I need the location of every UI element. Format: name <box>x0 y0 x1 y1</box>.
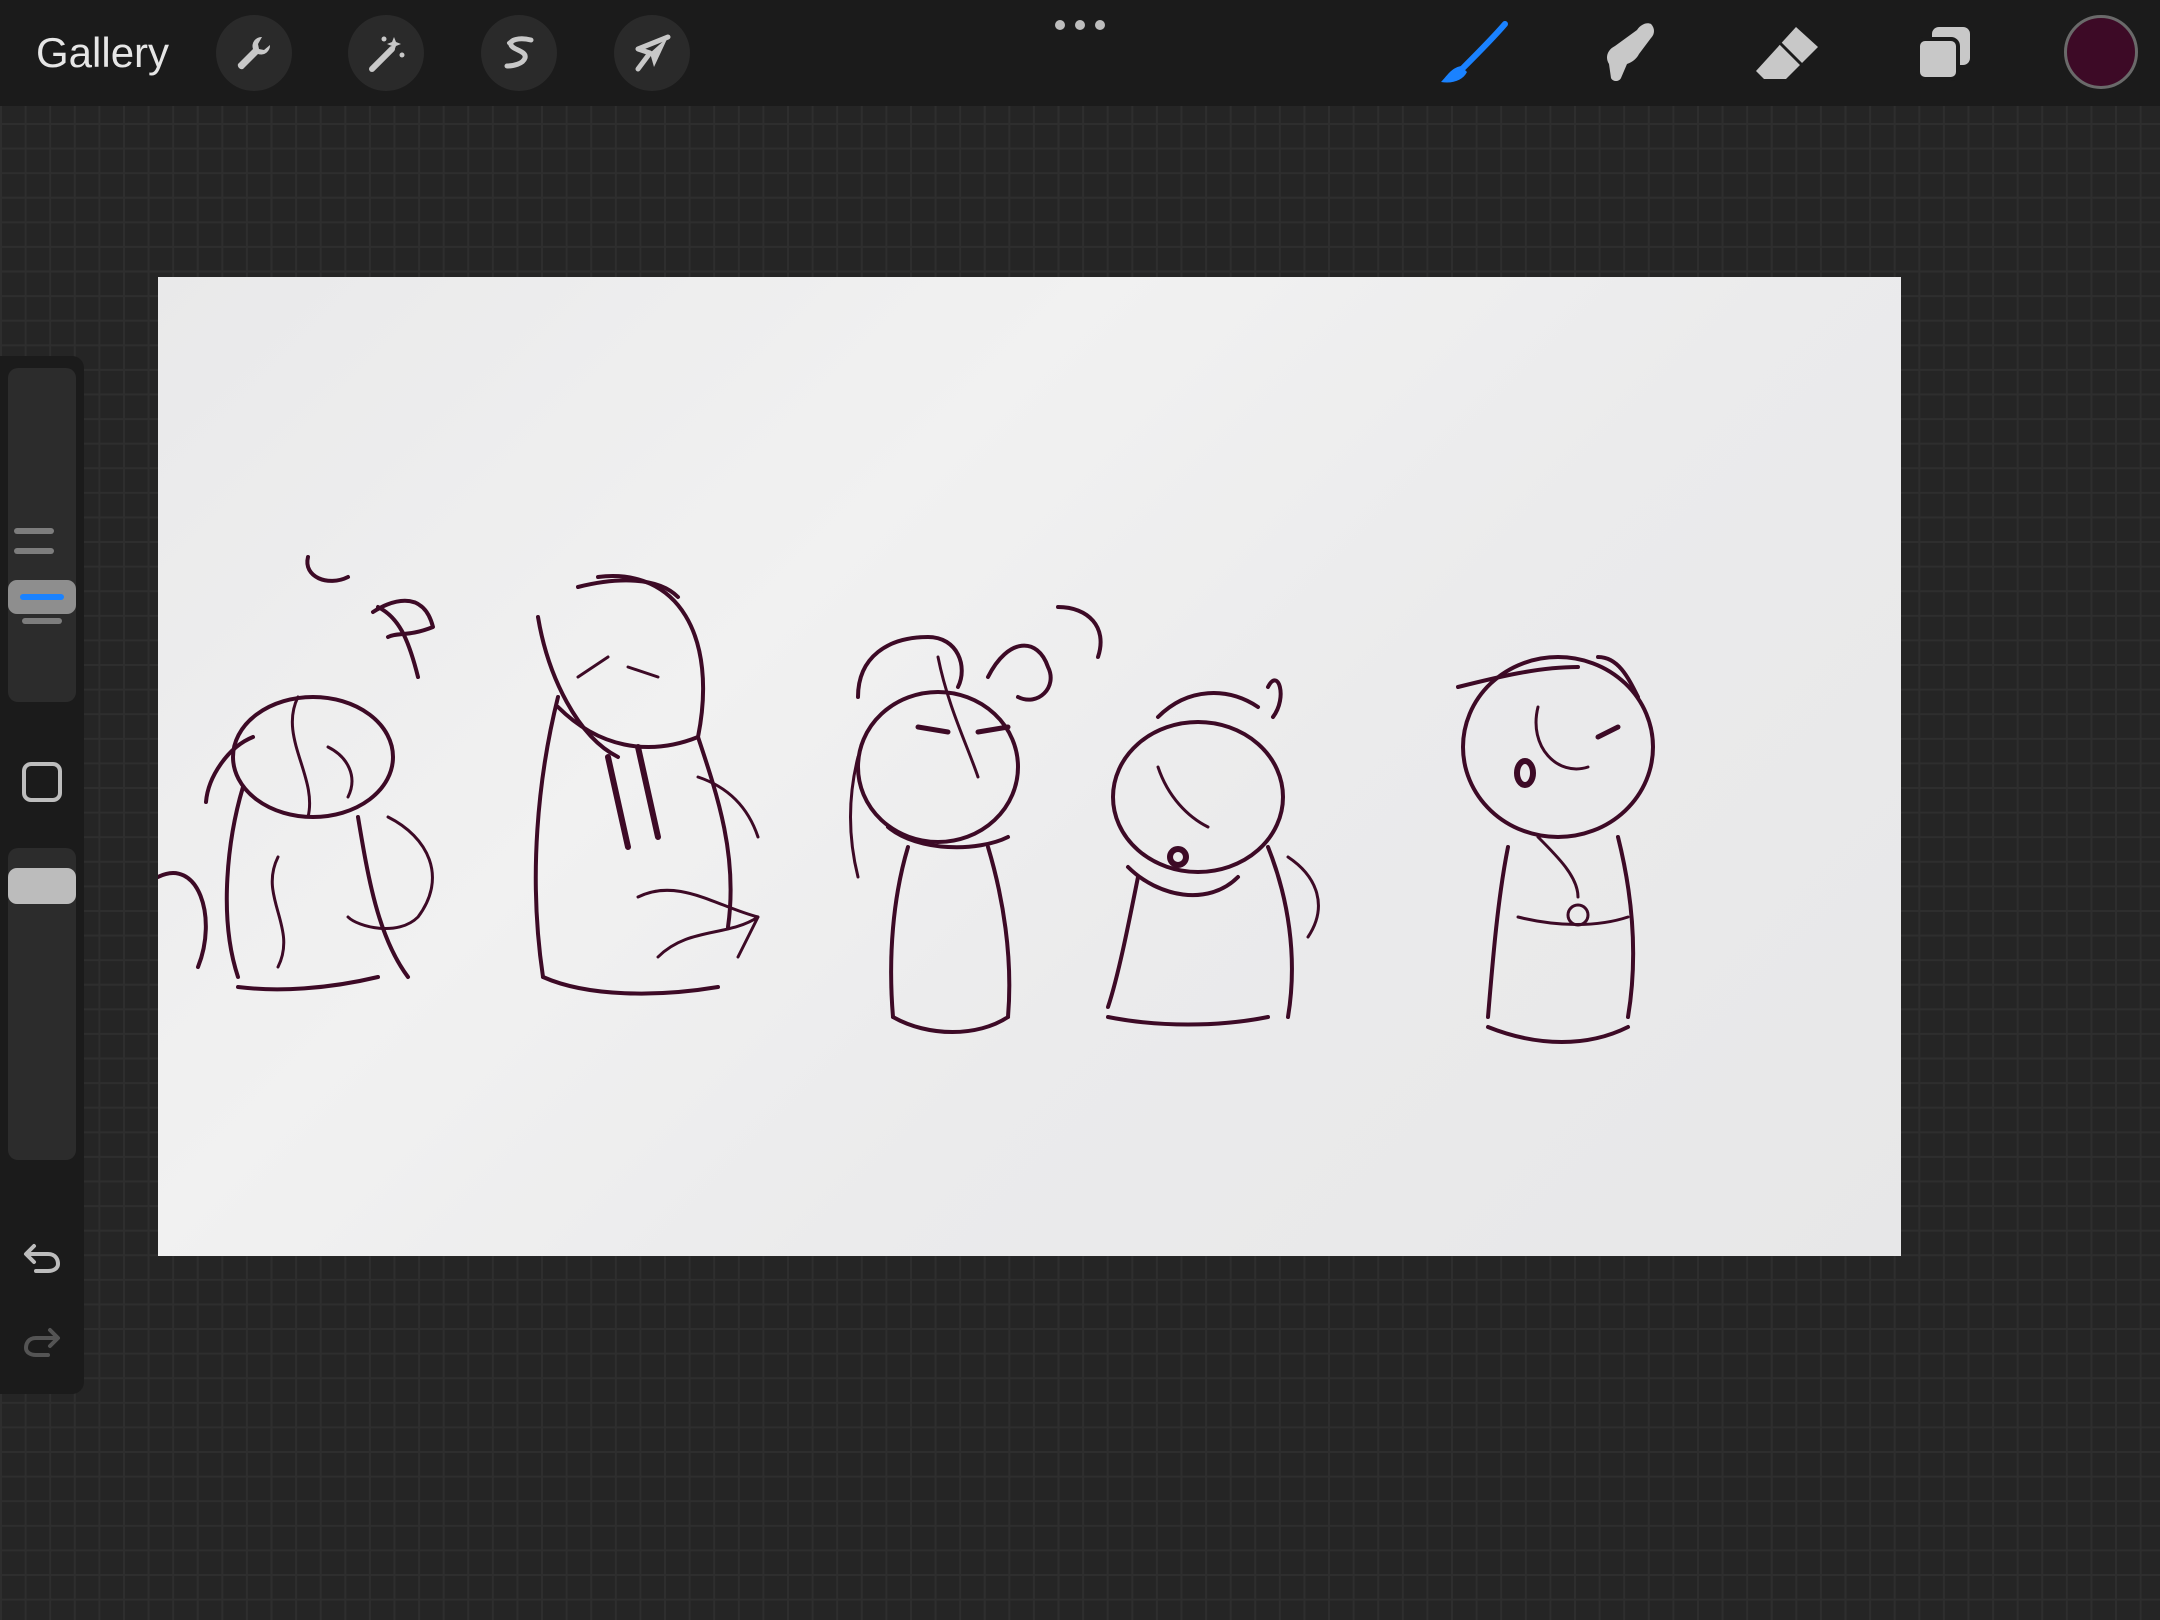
brush-size-thumb[interactable] <box>8 580 76 614</box>
undo-button[interactable] <box>18 1234 66 1282</box>
slider-line <box>22 618 62 624</box>
sketch-character-1 <box>158 555 435 992</box>
drawing-canvas[interactable] <box>158 277 1901 1256</box>
brush-icon <box>1441 21 1508 83</box>
wrench-icon <box>237 36 271 70</box>
gallery-button[interactable]: Gallery <box>36 24 169 82</box>
modify-button[interactable] <box>22 762 62 802</box>
arrow-cursor-icon <box>635 34 671 72</box>
sketch-character-2 <box>533 574 760 996</box>
sketch-character-3 <box>849 605 1103 1034</box>
redo-button[interactable] <box>18 1318 66 1366</box>
adjustments-button[interactable] <box>348 15 424 91</box>
smudge-finger-icon <box>1607 23 1654 81</box>
opacity-thumb[interactable] <box>8 868 76 904</box>
slider-lines-icon <box>14 528 54 554</box>
top-toolbar: Gallery <box>0 0 2160 106</box>
layers-button[interactable] <box>1901 12 1987 94</box>
transform-button[interactable] <box>614 15 690 91</box>
undo-arrow-icon <box>24 1244 61 1273</box>
brush-tool-button[interactable] <box>1430 12 1516 94</box>
selection-button[interactable] <box>481 15 557 91</box>
sketch-drawing <box>158 555 1655 1044</box>
more-options-button[interactable] <box>1055 14 1105 36</box>
layers-icon <box>1916 27 1970 81</box>
sketch-character-4 <box>1106 678 1320 1027</box>
selection-s-icon <box>504 36 534 69</box>
actions-button[interactable] <box>216 15 292 91</box>
left-sidebar <box>0 356 84 1394</box>
eraser-icon <box>1756 27 1818 79</box>
smudge-tool-button[interactable] <box>1586 12 1672 94</box>
eraser-tool-button[interactable] <box>1744 12 1830 94</box>
color-picker-button[interactable] <box>2064 15 2138 89</box>
ellipsis-icon <box>1055 20 1065 30</box>
magic-wand-icon <box>369 36 405 72</box>
sketch-character-5 <box>1456 655 1655 1044</box>
redo-arrow-icon <box>23 1328 60 1357</box>
